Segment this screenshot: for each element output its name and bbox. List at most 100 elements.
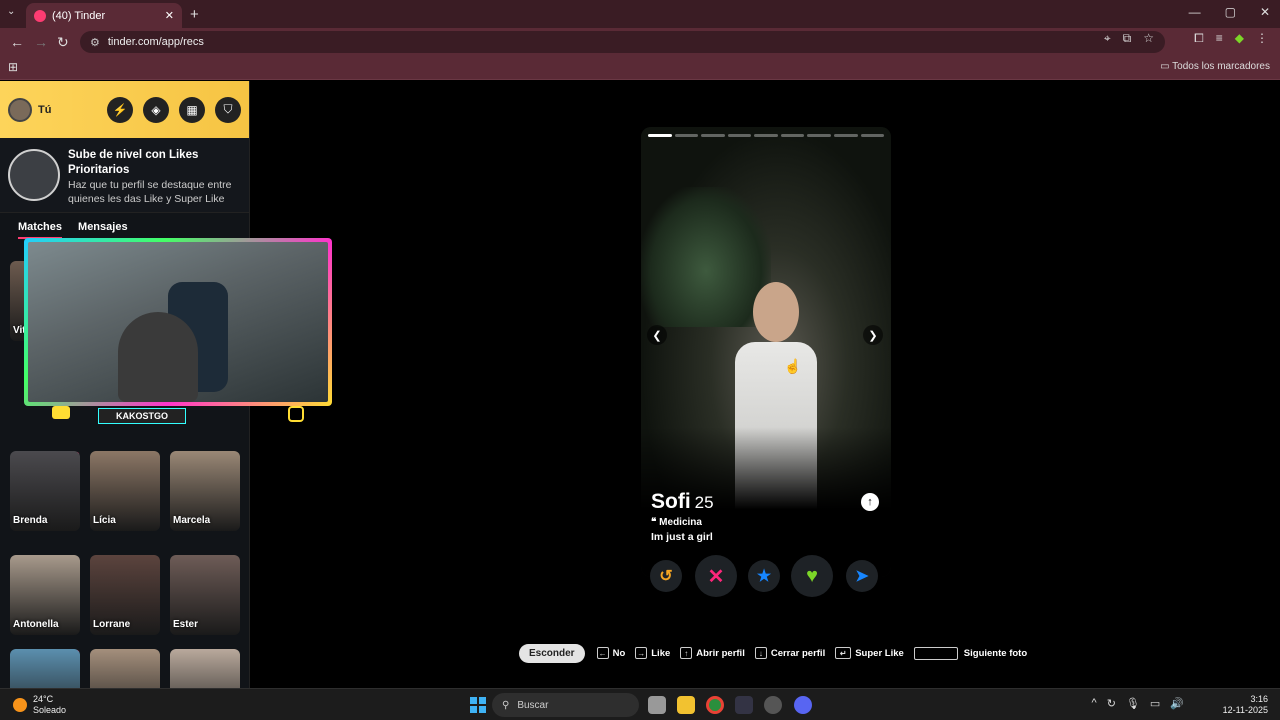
address-bar: ← → ↻ ⚙ tinder.com/app/recs ⌖ ⧉ ☆ ⧠ ≡ ◆ … [0,28,1280,56]
tab-close-icon[interactable]: ✕ [165,9,174,22]
chrome-icon[interactable] [706,696,724,714]
photo-indicator-bar [833,134,858,137]
profile-work: ❝ Medicina [651,517,702,528]
photo-indicator-bar [674,134,699,137]
clock[interactable]: 3:16 12-11-2025 [1223,694,1268,716]
promo-image [8,149,60,201]
hint-open-profile: ↑ Abrir perfil [680,647,745,659]
up-key-icon: ↑ [680,647,693,659]
obs-icon[interactable] [764,696,782,714]
hint-like: → Like [635,647,670,659]
omnibox-actions: ⌖ ⧉ ☆ [1104,31,1154,46]
back-icon[interactable]: ← [10,34,24,50]
next-photo-icon[interactable]: ❯ [863,325,883,345]
photo-indicator-bar [754,134,778,137]
tab-list-button[interactable]: ⌄ [7,6,15,17]
sun-icon[interactable] [13,698,27,712]
apps-icon[interactable]: ⊞ [8,60,18,74]
photo-indicator-bar [701,134,725,137]
briefcase-icon[interactable]: ▦ [179,96,205,123]
new-match-dot [77,451,80,454]
forward-icon[interactable]: → [34,34,48,50]
open-profile-icon[interactable]: ↑ [861,493,879,511]
photo-indicator-bar [807,134,831,137]
sync-icon[interactable]: ↻ [1107,697,1116,710]
close-window-button[interactable]: ✕ [1260,5,1270,19]
reload-icon[interactable]: ↻ [57,34,69,51]
task-view-icon[interactable] [648,696,666,714]
hint-next-photo: Siguiente foto [913,646,1027,660]
avatar[interactable] [8,97,32,122]
boost-button[interactable]: ➤ [846,560,878,592]
head [753,282,799,342]
match-card[interactable]: Lícia [90,451,160,531]
media-icon[interactable]: ≡ [1216,31,1223,46]
super-like-button[interactable]: ★ [748,560,780,592]
match-card[interactable] [170,649,240,688]
display-icon[interactable]: ▭ [1150,697,1160,710]
priority-likes-promo[interactable]: Sube de nivel con Likes Prioritarios Haz… [0,138,249,213]
site-info-icon[interactable]: ⚙ [90,36,100,49]
bookmark-star-icon[interactable]: ☆ [1143,31,1154,46]
rewind-button[interactable]: ↺ [650,560,682,592]
match-card[interactable]: Marcela [170,451,240,531]
search-icon: ⚲ [502,699,510,711]
explore-icon[interactable]: ◈ [143,96,169,123]
profile-icon[interactable]: ◆ [1235,31,1244,46]
prev-photo-icon[interactable]: ❮ [647,325,667,345]
photo-indicator [648,134,885,137]
match-card[interactable] [10,649,80,688]
match-card[interactable] [90,649,160,688]
hint-super-like-label: Super Like [855,647,904,659]
search-placeholder: Buscar [517,699,549,711]
system-tray: ^ ↻ 🎙 ▭ 🔊 [1092,697,1184,710]
profile-name: Sofi 25 [651,490,714,514]
minimize-button[interactable]: — [1189,5,1201,19]
right-key-icon: → [635,647,648,659]
discord-icon[interactable] [794,696,812,714]
boost-icon[interactable]: ⚡ [107,96,133,123]
volume-icon[interactable]: 🔊 [1170,697,1184,710]
tray-overflow-icon[interactable]: ^ [1092,697,1097,710]
windows-start-icon[interactable] [470,697,486,713]
hint-like-label: Like [651,647,671,659]
photo-indicator-bar [780,134,805,137]
shield-icon[interactable]: ⛉ [215,96,241,123]
time: 3:16 [1250,694,1268,704]
promo-title: Sube de nivel con Likes Prioritarios [68,149,199,176]
maximize-button[interactable]: ▢ [1225,5,1236,19]
match-card[interactable]: Ester [170,555,240,635]
tab-messages[interactable]: Mensajes [78,221,128,239]
new-tab-button[interactable]: + [190,6,199,23]
match-name: Ester [173,619,199,630]
action-buttons: ↺ ✕ ★ ♥ ➤ [650,555,880,597]
profile-bio: Im just a girl [651,531,713,543]
weather-condition: Soleado [33,705,67,715]
file-explorer-icon[interactable] [677,696,695,714]
photo-indicator-bar [648,134,672,137]
temperature: 24°C [33,694,54,704]
app-icon[interactable] [735,696,753,714]
left-key-icon: ← [596,647,609,659]
match-card[interactable]: Lorrane [90,555,160,635]
all-bookmarks-link[interactable]: ▭ Todos los marcadores [1160,61,1270,72]
match-card[interactable]: Brenda [10,451,80,531]
tab-matches[interactable]: Matches [18,221,63,239]
extensions-icon[interactable]: ⧠ [1194,31,1204,46]
nope-button[interactable]: ✕ [695,555,737,597]
match-name: Antonella [13,619,59,630]
profile-card[interactable]: ❮ ❯ Sofi 25 ↑ ❝ Medicina Im just a girl [641,127,891,577]
install-app-icon[interactable]: ⧉ [1123,31,1132,46]
menu-icon[interactable]: ⋮ [1256,31,1268,46]
url-field[interactable]: ⚙ tinder.com/app/recs [80,31,1165,53]
hide-hints-button[interactable]: Esconder [519,643,585,663]
user-name[interactable]: Tú [38,104,97,116]
mic-icon[interactable]: 🎙 [1126,697,1140,710]
match-card[interactable]: Antonella [10,555,80,635]
location-icon[interactable]: ⌖ [1104,31,1111,46]
url-text: tinder.com/app/recs [107,36,204,48]
like-button[interactable]: ♥ [791,555,833,597]
taskbar-search[interactable]: ⚲ Buscar [492,693,639,717]
weather-widget[interactable]: 24°C Soleado [33,694,66,716]
browser-tab[interactable]: (40) Tinder ✕ [26,3,182,28]
